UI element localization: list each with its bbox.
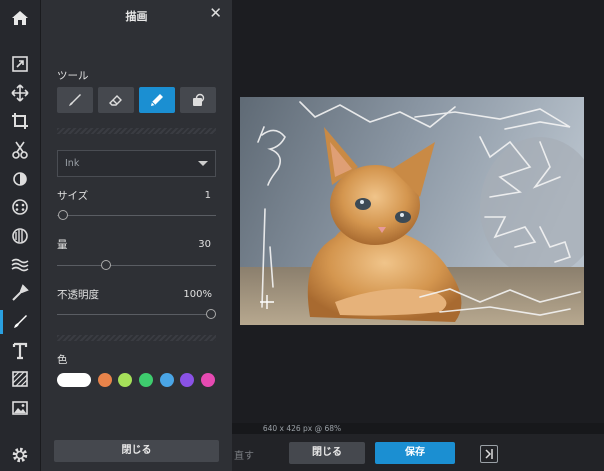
brush-select-value: Ink xyxy=(65,158,80,169)
wave-icon[interactable] xyxy=(0,250,40,280)
clone-icon xyxy=(193,93,205,106)
color-swatch[interactable] xyxy=(118,373,132,387)
size-slider-thumb[interactable] xyxy=(58,210,68,220)
panel-toggle-icon[interactable] xyxy=(480,445,498,463)
eraser-icon xyxy=(109,95,122,106)
opacity-slider[interactable] xyxy=(57,309,216,319)
color-swatch[interactable] xyxy=(98,373,112,387)
close-icon[interactable]: ✕ xyxy=(209,6,222,21)
clone-tool-button[interactable] xyxy=(180,87,216,113)
amount-label: 量 xyxy=(57,239,68,251)
size-label: サイズ xyxy=(57,190,89,202)
brush-tool-button[interactable] xyxy=(57,87,93,113)
cut-icon[interactable] xyxy=(0,135,40,165)
divider xyxy=(57,128,216,134)
amount-slider-thumb[interactable] xyxy=(101,260,111,270)
canvas-image[interactable] xyxy=(240,97,584,325)
amount-slider[interactable] xyxy=(57,260,216,270)
tone-icon[interactable] xyxy=(0,221,40,251)
panel-title: 描画 xyxy=(125,10,148,23)
opacity-value: 100% xyxy=(183,289,212,300)
left-toolbar xyxy=(0,0,41,471)
pen-icon xyxy=(151,94,163,106)
amount-value: 30 xyxy=(198,239,211,250)
text-icon[interactable] xyxy=(0,336,40,366)
pattern-icon[interactable] xyxy=(0,364,40,394)
save-button[interactable]: 保存 xyxy=(375,442,455,464)
color-swatch[interactable] xyxy=(57,373,91,387)
size-slider[interactable] xyxy=(57,210,216,220)
crop-icon[interactable] xyxy=(0,106,40,136)
size-value: 1 xyxy=(204,190,211,201)
draw-panel: 描画 ✕ ツール Ink サイズ 1 量 30 不透明度 100% 色 閉じる xyxy=(41,0,232,471)
pen-tool-button[interactable] xyxy=(139,87,175,113)
color-label: 色 xyxy=(57,354,68,366)
panel-close-button[interactable]: 閉じる xyxy=(54,440,219,462)
settings-icon[interactable] xyxy=(0,440,40,470)
kitten-photo xyxy=(240,97,584,325)
brush-icon xyxy=(69,94,81,106)
redo-label: 直す xyxy=(234,451,254,462)
opacity-label: 不透明度 xyxy=(57,289,99,301)
image-icon[interactable] xyxy=(0,393,40,423)
adjust-icon[interactable] xyxy=(0,164,40,194)
eraser-tool-button[interactable] xyxy=(98,87,134,113)
crop-expand-icon[interactable] xyxy=(0,49,40,79)
draw-icon[interactable] xyxy=(0,307,40,337)
close-button[interactable]: 閉じる xyxy=(289,442,365,464)
canvas-info: 640 x 426 px @ 68% xyxy=(262,424,342,433)
divider xyxy=(57,335,216,341)
move-icon[interactable] xyxy=(0,78,40,108)
color-swatch[interactable] xyxy=(180,373,194,387)
effects-icon[interactable] xyxy=(0,192,40,222)
tools-label: ツール xyxy=(57,70,89,82)
color-swatch[interactable] xyxy=(139,373,153,387)
opacity-slider-thumb[interactable] xyxy=(206,309,216,319)
dropper-icon[interactable] xyxy=(0,278,40,308)
color-swatch[interactable] xyxy=(160,373,174,387)
home-icon[interactable] xyxy=(0,3,40,33)
brush-select[interactable]: Ink xyxy=(57,150,216,177)
chevron-down-icon xyxy=(198,161,208,166)
color-swatch[interactable] xyxy=(201,373,215,387)
